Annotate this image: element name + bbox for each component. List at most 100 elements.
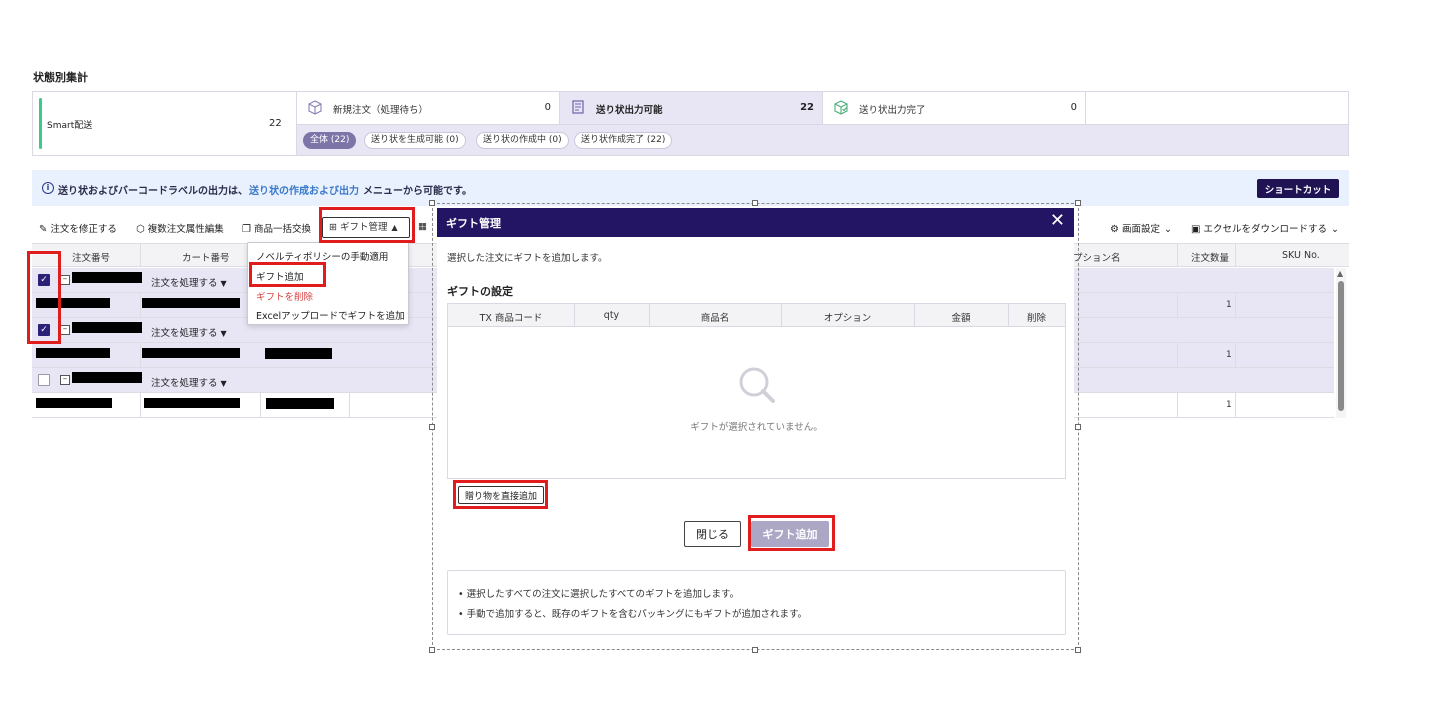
scroll-up-icon[interactable]: ▲ xyxy=(1337,269,1343,278)
col-divider xyxy=(1235,244,1236,266)
filter-can-generate[interactable]: 送り状を生成可能 (0) xyxy=(364,132,466,149)
cube-icon: ⬡ xyxy=(136,224,145,235)
download-excel-button[interactable]: ▣ エクセルをダウンロードする ⌄ xyxy=(1191,221,1339,235)
filter-pills: 全体 (22) 送り状を生成可能 (0) 送り状の作成中 (0) 送り状作成完了… xyxy=(297,124,1348,155)
process-order-dropdown[interactable]: 注文を処理する ▼ xyxy=(151,275,227,289)
chevron-down-icon: ⌄ xyxy=(1163,224,1172,235)
col-sku[interactable]: SKU No. xyxy=(1282,250,1320,261)
gift-table: TX 商品コード qty 商品名 オプション 金額 削除 ギフトが選択されていま… xyxy=(447,303,1066,479)
process-order-dropdown[interactable]: 注文を処理する ▼ xyxy=(151,325,227,339)
gear-icon: ⚙ xyxy=(1110,224,1119,235)
screen-settings-button[interactable]: ⚙ 画面設定 ⌄ xyxy=(1110,221,1172,235)
col-product-name: 商品名 xyxy=(700,313,730,324)
status-summary: Smart配送 22 新規注文（処理待ち） 0 送り状出力可能 22 送り状出力… xyxy=(32,91,1349,156)
info-banner: i 送り状およびバーコードラベルの出力は、 送り状の作成および出力 メニューから… xyxy=(32,170,1349,206)
box-icon xyxy=(308,100,322,115)
resize-handle[interactable] xyxy=(1075,200,1081,206)
close-button[interactable]: 閉じる xyxy=(684,521,741,547)
redacted-value xyxy=(36,398,112,408)
process-label: 注文を処理する xyxy=(151,278,218,289)
menu-item-novelty-policy[interactable]: ノベルティポリシーの手動適用 xyxy=(256,249,388,263)
process-label: 注文を処理する xyxy=(151,378,218,389)
stat-label-printable[interactable]: 送り状出力可能 22 xyxy=(560,92,823,124)
cell-divider xyxy=(1177,393,1178,417)
cell-divider xyxy=(260,393,261,417)
bulk-attr-button[interactable]: ⬡ 複数注文属性編集 xyxy=(136,221,224,235)
cell-divider xyxy=(140,343,141,367)
smart-count: 22 xyxy=(269,118,282,129)
bulk-exchange-button[interactable]: ❐ 商品一括交換 xyxy=(242,221,311,235)
excel-icon: ▣ xyxy=(1191,224,1201,235)
close-icon[interactable]: ✕ xyxy=(1050,211,1065,231)
label-print-icon xyxy=(572,100,584,114)
scrollbar-thumb[interactable] xyxy=(1338,281,1344,411)
stat-label-printed[interactable]: 送り状出力完了 0 xyxy=(823,92,1086,124)
annotation-box-add-gift xyxy=(748,515,835,551)
smart-label: Smart配送 xyxy=(47,121,93,131)
annotation-box-add-gift-menu xyxy=(249,262,326,287)
collapse-icon[interactable]: – xyxy=(60,325,70,335)
process-order-dropdown[interactable]: 注文を処理する ▼ xyxy=(151,375,227,389)
gift-manage-modal: ギフト管理 ✕ 選択した注文にギフトを追加します。 ギフトの設定 TX 商品コー… xyxy=(437,208,1074,646)
smart-indicator-bar xyxy=(39,98,42,149)
resize-handle[interactable] xyxy=(1075,647,1081,653)
stat-label: 送り状出力可能 xyxy=(596,105,663,116)
stat-label: 新規注文（処理待ち） xyxy=(333,105,429,116)
filter-generating[interactable]: 送り状の作成中 (0) xyxy=(476,132,569,149)
annotation-box-gift-manage xyxy=(319,207,415,243)
redacted-value xyxy=(144,398,240,408)
qr-icon[interactable]: ▦ xyxy=(418,221,427,232)
resize-handle[interactable] xyxy=(429,424,435,430)
filter-all[interactable]: 全体 (22) xyxy=(303,132,357,149)
row-checkbox[interactable] xyxy=(38,374,50,386)
collapse-icon[interactable]: – xyxy=(60,275,70,285)
col-tx-code: TX 商品コード xyxy=(479,313,543,324)
col-cart-no[interactable]: カート番号 xyxy=(182,250,230,264)
resize-handle[interactable] xyxy=(752,200,758,206)
col-order-no[interactable]: 注文番号 xyxy=(72,250,110,264)
menu-item-remove-gift[interactable]: ギフトを削除 xyxy=(256,289,313,303)
filter-completed[interactable]: 送り状作成完了 (22) xyxy=(574,132,673,149)
copy-icon: ❐ xyxy=(242,224,251,235)
edit-order-button[interactable]: ✎ 注文を修正する xyxy=(39,221,117,235)
annotation-box-checkboxes xyxy=(27,251,61,344)
redacted-order-no xyxy=(72,322,142,333)
col-option-name[interactable]: プション名 xyxy=(1073,250,1121,264)
resize-handle[interactable] xyxy=(429,647,435,653)
menu-item-excel-upload[interactable]: Excelアップロードでギフトを追加 xyxy=(256,308,405,322)
cell-divider xyxy=(140,293,141,317)
notes-box: • 選択したすべての注文に選択したすべてのギフトを追加します。 • 手動で追加す… xyxy=(447,570,1066,635)
cell-divider xyxy=(1235,393,1236,417)
note-text: 手動で追加すると、既存のギフトを含むパッキングにもギフトが追加されます。 xyxy=(466,609,808,620)
resize-handle[interactable] xyxy=(429,200,435,206)
redacted-order-no xyxy=(72,372,142,383)
resize-handle[interactable] xyxy=(1075,424,1081,430)
stat-count: 22 xyxy=(800,102,814,113)
redacted-value xyxy=(36,348,110,358)
cell-divider xyxy=(1235,293,1236,317)
stat-label: 送り状出力完了 xyxy=(859,105,926,116)
modal-title: ギフト管理 xyxy=(446,217,501,230)
caret-down-icon: ▼ xyxy=(220,379,227,388)
stat-new-orders[interactable]: 新規注文（処理待ち） 0 xyxy=(297,92,560,124)
cell-divider xyxy=(1177,293,1178,317)
note-item: • 手動で追加すると、既存のギフトを含むパッキングにもギフトが追加されます。 xyxy=(458,609,808,620)
stat-count: 0 xyxy=(544,102,551,113)
section-title: 状態別集計 xyxy=(33,71,88,84)
gift-table-header: TX 商品コード qty 商品名 オプション 金額 削除 xyxy=(448,304,1065,327)
banner-link[interactable]: 送り状の作成および出力 xyxy=(249,182,359,197)
col-qty: qty xyxy=(603,310,620,321)
smart-delivery-card[interactable]: Smart配送 22 xyxy=(33,92,297,155)
redacted-value xyxy=(266,398,334,409)
search-icon xyxy=(739,367,775,403)
shortcut-button[interactable]: ショートカット xyxy=(1257,179,1339,198)
col-divider xyxy=(1177,244,1178,266)
edit-icon: ✎ xyxy=(39,224,48,235)
col-amount: 金額 xyxy=(951,313,971,324)
cell-divider xyxy=(349,393,350,417)
resize-handle[interactable] xyxy=(752,647,758,653)
gift-settings-title: ギフトの設定 xyxy=(447,285,513,298)
col-delete: 削除 xyxy=(1026,313,1046,324)
col-order-qty[interactable]: 注文数量 xyxy=(1191,250,1229,264)
collapse-icon[interactable]: – xyxy=(60,375,70,385)
